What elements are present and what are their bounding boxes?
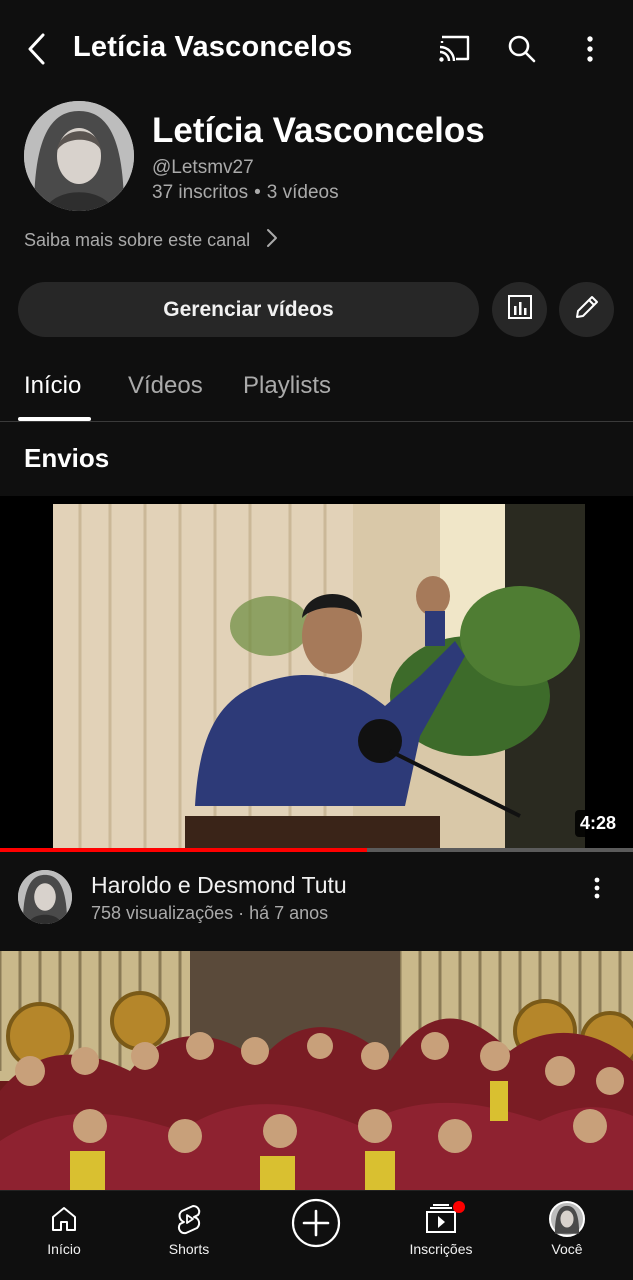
watch-progress-bar <box>0 848 633 852</box>
tab-inicio[interactable]: Início <box>24 372 81 400</box>
nav-subscriptions[interactable]: Inscrições <box>381 1191 501 1280</box>
nav-shorts-label: Shorts <box>168 1241 210 1257</box>
create-plus-icon <box>291 1197 341 1249</box>
chevron-right-icon <box>266 228 278 253</box>
section-title: Envios <box>24 443 110 473</box>
active-tab-indicator <box>18 417 91 421</box>
nav-home-label: Início <box>47 1241 81 1257</box>
nav-shorts[interactable]: Shorts <box>129 1191 249 1280</box>
video-thumbnail-2[interactable] <box>0 951 633 1191</box>
topbar-title: Letícia Vasconcelos <box>73 31 353 63</box>
channel-avatar[interactable] <box>24 101 134 211</box>
channel-handle: @Letsmv27 <box>152 157 254 178</box>
analytics-icon <box>507 294 533 325</box>
tab-videos[interactable]: Vídeos <box>128 372 203 400</box>
nav-subscriptions-label: Inscrições <box>409 1241 473 1257</box>
video-more-icon[interactable] <box>581 872 613 904</box>
stats-separator: • <box>254 182 261 203</box>
profile-avatar-icon <box>549 1201 585 1237</box>
cast-icon[interactable] <box>434 28 476 70</box>
nav-home[interactable]: Início <box>4 1191 124 1280</box>
video-count: 3 vídeos <box>266 182 339 203</box>
home-icon <box>49 1201 79 1237</box>
pencil-icon <box>573 293 601 326</box>
search-icon[interactable] <box>501 28 543 70</box>
back-arrow-icon[interactable] <box>18 28 54 70</box>
about-channel-link[interactable]: Saiba mais sobre este canal <box>24 228 278 253</box>
nav-you[interactable]: Você <box>507 1191 627 1280</box>
channel-tabs: Início Vídeos Playlists <box>0 352 633 422</box>
uploader-avatar[interactable] <box>18 870 72 924</box>
video-meta-row[interactable]: Haroldo e Desmond Tutu 758 visualizações… <box>0 856 633 950</box>
shorts-icon <box>174 1201 204 1237</box>
more-vertical-icon[interactable] <box>569 28 611 70</box>
top-app-bar: Letícia Vasconcelos <box>0 0 633 100</box>
manage-videos-button[interactable]: Gerenciar vídeos <box>18 282 479 337</box>
video-thumbnail[interactable] <box>0 496 633 848</box>
watch-progress-fill <box>0 848 368 852</box>
edit-channel-button[interactable] <box>559 282 614 337</box>
video-duration-badge: 4:28 <box>574 810 621 837</box>
channel-stats: 37 inscritos • 3 vídeos <box>152 182 339 204</box>
nav-you-label: Você <box>551 1241 583 1257</box>
analytics-button[interactable] <box>492 282 547 337</box>
tab-playlists[interactable]: Playlists <box>243 372 331 400</box>
video-subtitle: 758 visualizações · há 7 anos <box>91 903 329 923</box>
bottom-navigation: Início Shorts Inscrições Você <box>0 1190 633 1280</box>
nav-create[interactable] <box>256 1191 376 1280</box>
subscriptions-icon <box>425 1201 465 1237</box>
channel-name: Letícia Vasconcelos <box>152 111 485 150</box>
about-channel-label: Saiba mais sobre este canal <box>24 230 251 250</box>
subscriber-count: 37 inscritos <box>152 182 249 203</box>
video-title[interactable]: Haroldo e Desmond Tutu <box>91 872 347 899</box>
notification-badge <box>453 1201 465 1213</box>
